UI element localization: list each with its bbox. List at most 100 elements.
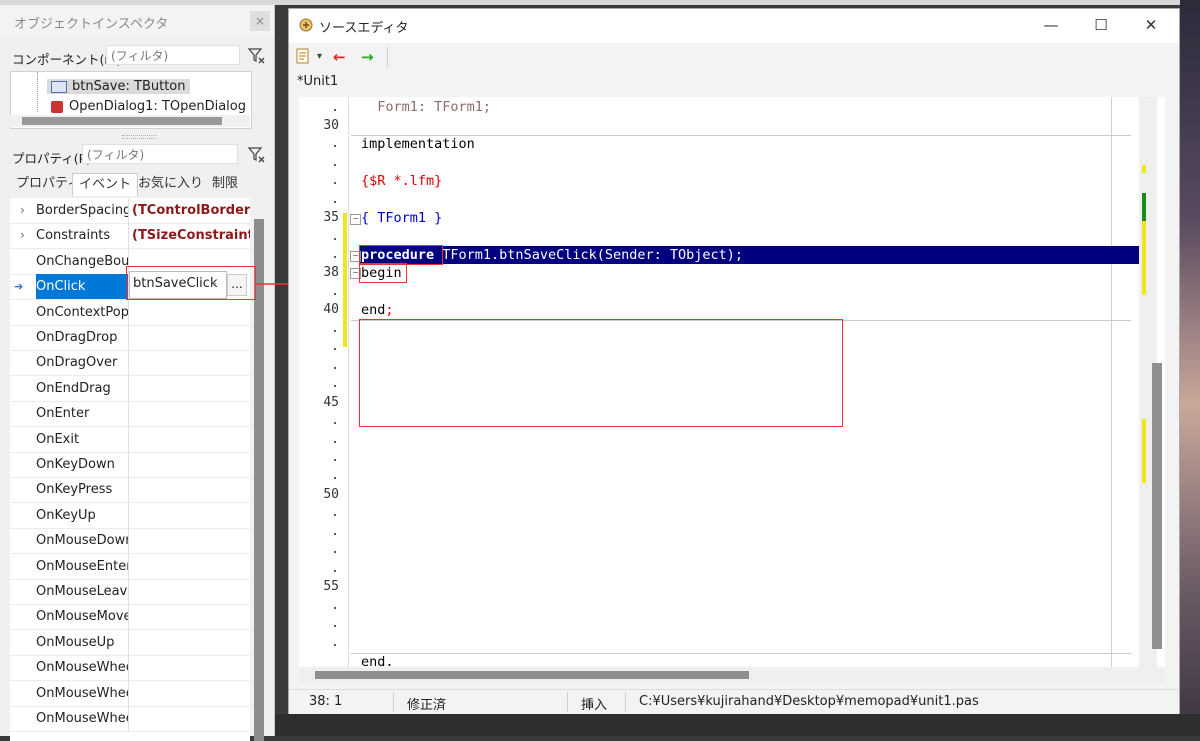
modified-lines-marker — [343, 213, 347, 347]
panel-splitter[interactable] — [122, 135, 156, 139]
editor-title: ソースエディタ — [319, 21, 409, 36]
property-name: OnEnter — [36, 406, 90, 422]
property-row[interactable]: OnExit — [10, 426, 250, 453]
property-value[interactable] — [128, 553, 250, 579]
property-name: OnDragDrop — [36, 330, 118, 345]
tab-events[interactable]: イベント — [72, 173, 139, 196]
property-row[interactable]: OnKeyPress — [10, 477, 250, 504]
property-name: OnMouseUp — [36, 634, 115, 650]
keyword-end: end — [361, 302, 386, 318]
property-name: OnEndDrag — [36, 380, 111, 396]
property-value[interactable] — [128, 401, 250, 427]
back-arrow-icon[interactable]: ← — [333, 47, 346, 67]
property-row[interactable]: OnMouseLeave — [10, 579, 250, 605]
property-value[interactable]: (TSizeConstraints) — [128, 223, 250, 249]
property-row[interactable]: › Constraints (TSizeConstraints) — [10, 223, 250, 250]
right-margin-line — [1111, 97, 1112, 667]
forward-arrow-icon[interactable]: → — [361, 47, 374, 67]
editor-hscroll-thumb[interactable] — [315, 671, 749, 679]
property-name: OnMouseLeave — [36, 584, 128, 599]
fold-toggle-icon[interactable]: − — [350, 214, 361, 225]
property-value[interactable] — [128, 375, 250, 401]
property-name: OnDragOver — [36, 355, 118, 371]
line-number-gutter: . 30 . . . . 35 . . 38 . 40 . . . . 45 .… — [299, 97, 339, 667]
property-value[interactable] — [128, 502, 250, 528]
code-line-comment: { TForm1 } — [361, 210, 443, 226]
code-editor[interactable]: . 30 . . . . 35 . . 38 . 40 . . . . 45 .… — [299, 97, 1165, 667]
property-row[interactable]: OnMouseDown — [10, 528, 250, 555]
property-value[interactable]: (TControlBorderSpacing) — [128, 198, 250, 223]
editor-scroll-thumb[interactable] — [1152, 363, 1162, 649]
editor-title-bar[interactable]: ソースエディタ — ☐ ✕ — [289, 9, 1179, 43]
code-line-directive: {$R *.lfm} — [361, 173, 443, 189]
property-name: OnMouseMove — [36, 609, 128, 625]
property-value[interactable] — [128, 528, 250, 554]
expand-chevron-icon[interactable]: › — [20, 198, 25, 223]
property-value[interactable] — [128, 680, 250, 706]
property-row[interactable]: OnMouseWheel — [10, 655, 250, 682]
property-value[interactable] — [128, 426, 250, 452]
property-row[interactable]: OnMouseMove — [10, 604, 250, 631]
properties-filter-input[interactable]: (フィルタ) — [82, 144, 238, 164]
code-line-form-var: Form1: TForm1; — [361, 99, 492, 115]
desktop-strip-bottom — [274, 714, 1200, 736]
components-filter-input[interactable]: (フィルタ) — [106, 45, 240, 65]
close-button[interactable]: ✕ — [1127, 9, 1175, 41]
property-row[interactable]: OnEndDrag — [10, 375, 250, 402]
property-row[interactable]: OnMouseWheelDown — [10, 680, 250, 707]
property-row[interactable]: OnKeyUp — [10, 502, 250, 529]
property-name: OnMouseWheelUp — [36, 711, 128, 726]
jump-history-icon[interactable] — [295, 47, 311, 65]
property-value[interactable] — [128, 579, 250, 604]
property-row[interactable]: › BorderSpacing(TControlBorderSpacing) — [10, 198, 250, 224]
code-line-implementation: implementation — [361, 136, 475, 152]
tab-restrictions[interactable]: 制限 — [206, 173, 244, 195]
minimize-button[interactable]: — — [1027, 9, 1075, 41]
tree-item-label: btnSave: TButton — [72, 79, 186, 94]
property-value[interactable] — [128, 350, 250, 376]
code-line-end: end; — [361, 301, 394, 319]
line-number-45: 45 — [323, 395, 339, 410]
current-row-arrow-icon: ➔ — [14, 280, 24, 294]
maximize-button[interactable]: ☐ — [1077, 9, 1125, 41]
property-value[interactable] — [128, 604, 250, 630]
property-row[interactable]: OnDragOver — [10, 350, 250, 377]
property-row[interactable]: OnMouseEnter — [10, 553, 250, 580]
tree-item-btnsave[interactable]: btnSave: TButton — [47, 78, 190, 96]
property-row[interactable]: OnKeyDown — [10, 452, 250, 478]
property-row[interactable]: OnDragDrop — [10, 325, 250, 351]
property-row[interactable]: OnMouseWheelUp — [10, 706, 250, 732]
property-value[interactable] — [128, 477, 250, 503]
property-value[interactable] — [128, 629, 250, 655]
property-value[interactable] — [128, 655, 250, 681]
property-row[interactable]: OnEnter — [10, 401, 250, 428]
inspector-close-button[interactable]: × — [250, 11, 270, 31]
cursor-position: 38: 1 — [309, 694, 343, 709]
tree-item-label: OpenDialog1: TOpenDialog — [69, 99, 246, 114]
clear-filter-icon[interactable] — [248, 47, 266, 65]
property-value[interactable] — [128, 299, 250, 325]
property-name: OnKeyUp — [36, 507, 96, 523]
clear-filter-icon[interactable] — [248, 146, 266, 164]
tab-favorites[interactable]: お気に入り — [132, 173, 209, 195]
end-semicolon: ; — [385, 302, 394, 318]
toolbar-separator — [387, 47, 388, 67]
tab-unit1[interactable]: *Unit1 — [297, 74, 338, 89]
tree-item-opendialog[interactable]: OpenDialog1: TOpenDialog — [51, 98, 246, 116]
property-value[interactable] — [128, 706, 250, 731]
property-row[interactable]: OnContextPopup — [10, 299, 250, 326]
dialog-component-icon — [51, 100, 63, 113]
tree-scroll-thumb[interactable] — [22, 117, 222, 125]
property-row[interactable]: OnMouseUp — [10, 629, 250, 656]
chevron-down-icon[interactable]: ▾ — [317, 47, 322, 67]
begin-keyword-frame — [359, 263, 407, 283]
inspector-title-bar[interactable]: オブジェクトインスペクタ × — [0, 5, 274, 37]
property-value[interactable] — [128, 325, 250, 350]
property-name: OnChangeBounds — [36, 253, 128, 269]
desktop-wallpaper-edge — [1180, 0, 1200, 736]
line-number-35: 35 — [323, 210, 339, 225]
source-editor-window: ソースエディタ — ☐ ✕ ▾ ← → *Unit1 . 30 . . . . … — [288, 8, 1180, 714]
property-value[interactable] — [128, 452, 250, 477]
property-name: OnMouseEnter — [36, 558, 128, 574]
expand-chevron-icon[interactable]: › — [20, 223, 25, 248]
